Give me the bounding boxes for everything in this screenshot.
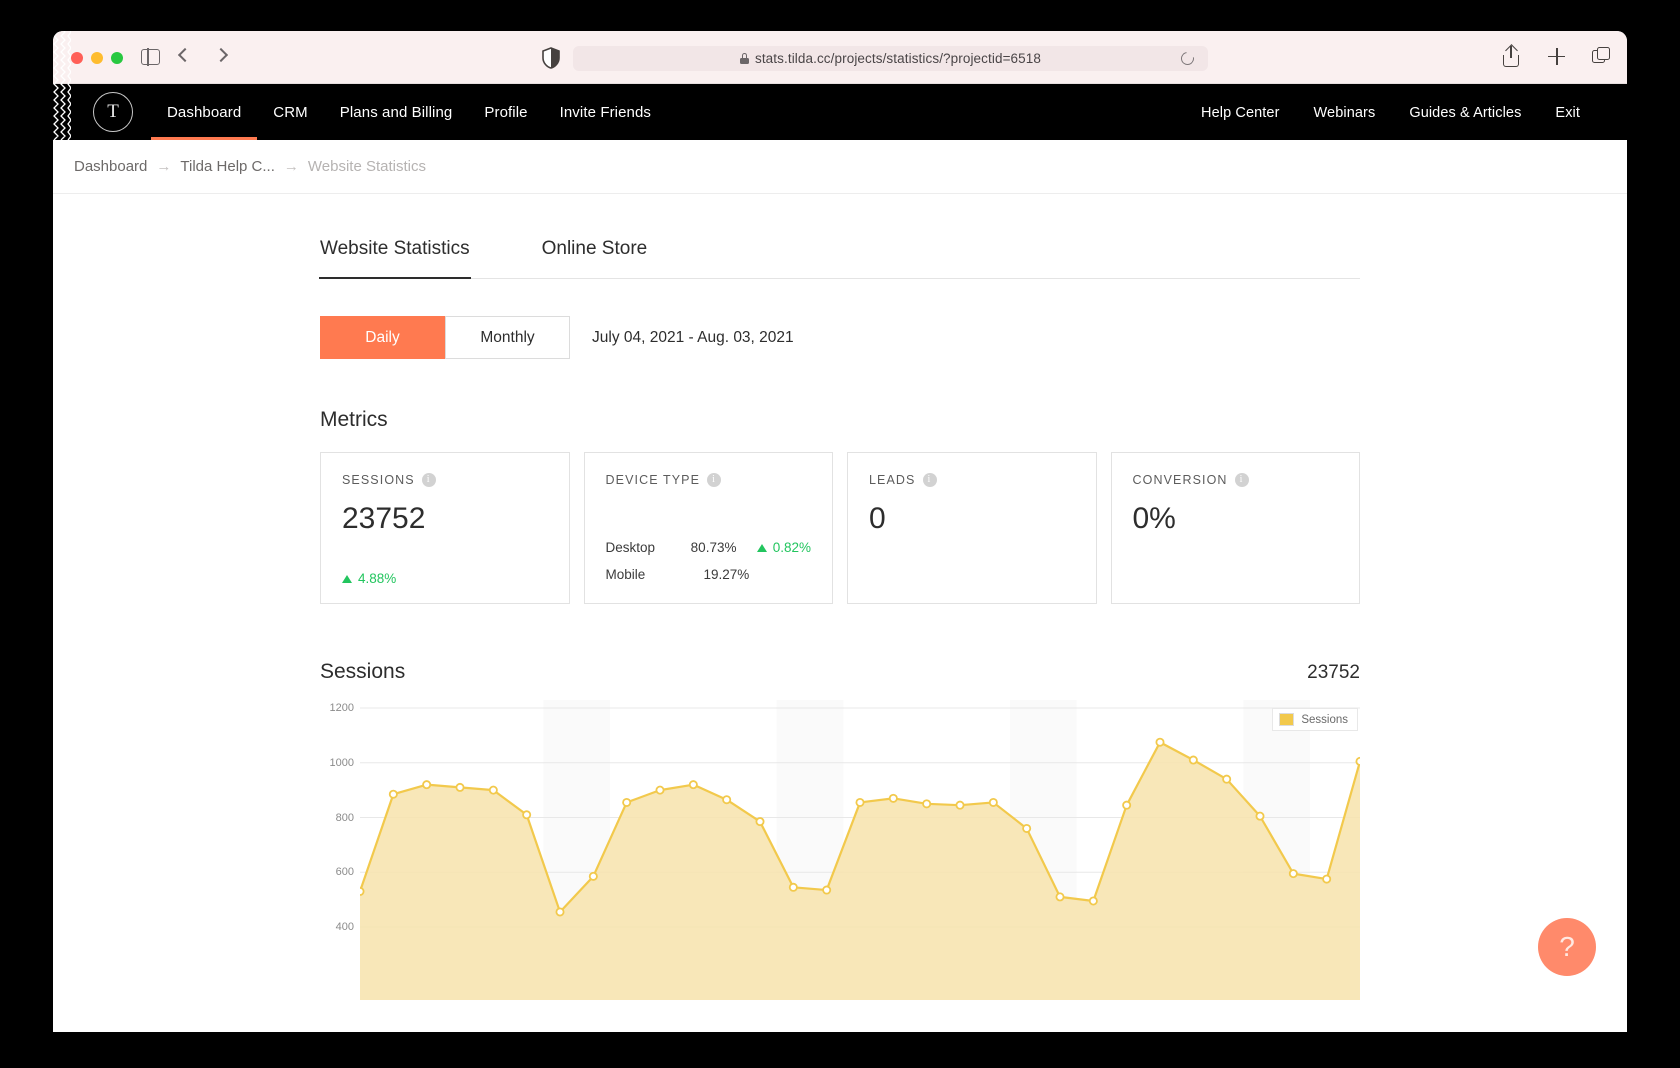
logo-glyph: T <box>107 101 119 122</box>
breadcrumb-separator: → <box>283 158 299 175</box>
period-monthly-button[interactable]: Monthly <box>445 316 570 359</box>
device-name: Desktop <box>605 540 656 555</box>
metric-label-text: LEADS <box>869 473 916 487</box>
close-window-button[interactable] <box>71 52 83 64</box>
decorative-zigzag-strip <box>53 31 71 140</box>
content-tabs: Website Statistics Online Store <box>319 238 1360 279</box>
period-selector: Daily Monthly July 04, 2021 - Aug. 03, 2… <box>320 316 1360 359</box>
lock-icon <box>739 53 749 64</box>
tab-overview-icon[interactable] <box>1592 46 1611 67</box>
nav-item-plans-and-billing[interactable]: Plans and Billing <box>324 85 469 139</box>
maximize-window-button[interactable] <box>111 52 123 64</box>
device-delta: 0.82% <box>756 540 811 555</box>
nav-item-dashboard[interactable]: Dashboard <box>151 85 258 140</box>
metric-value: 23752 <box>342 502 426 535</box>
nav-item-guides-and-articles[interactable]: Guides & Articles <box>1392 86 1538 139</box>
breadcrumb-item-dashboard[interactable]: Dashboard <box>74 158 147 175</box>
legend-label-sessions: Sessions <box>1301 713 1348 726</box>
metric-card-sessions: SESSIONS i 23752 4.88% <box>320 452 570 604</box>
chart-plot-area: Sessions <box>355 700 1365 1000</box>
nav-item-webinars[interactable]: Webinars <box>1297 86 1393 139</box>
chart-legend: Sessions <box>1272 708 1358 731</box>
triangle-up-icon <box>756 543 767 552</box>
address-bar[interactable]: stats.tilda.cc/projects/statistics/?proj… <box>573 46 1208 71</box>
metric-value: 0 <box>869 502 886 535</box>
nav-item-exit[interactable]: Exit <box>1538 86 1597 139</box>
metric-value: 0% <box>1132 502 1176 535</box>
help-button[interactable]: ? <box>1538 918 1596 976</box>
device-row-mobile: Mobile 19.27% <box>606 561 812 588</box>
chart-y-tick: 400 <box>335 921 354 933</box>
device-breakdown: Desktop 80.73% 0.82% Mobile 19.27% <box>606 534 812 588</box>
metric-label-text: SESSIONS <box>342 473 415 487</box>
metric-label-text: DEVICE TYPE <box>605 473 701 487</box>
privacy-shield-icon[interactable] <box>542 47 560 69</box>
chart-title: Sessions <box>320 660 406 683</box>
metric-label: LEADS i <box>869 473 1075 487</box>
sidebar-toggle-icon[interactable] <box>141 48 160 66</box>
page-content: Website Statistics Online Store Daily Mo… <box>53 194 1627 1000</box>
secondary-nav: Help Center Webinars Guides & Articles E… <box>1184 86 1597 139</box>
tab-online-store[interactable]: Online Store <box>542 238 648 278</box>
info-icon[interactable]: i <box>1234 473 1249 487</box>
metric-label: SESSIONS i <box>342 473 548 487</box>
metric-card-conversion: CONVERSION i 0% <box>1110 452 1360 604</box>
tab-website-statistics[interactable]: Website Statistics <box>319 238 471 279</box>
breadcrumb-item-current: Website Statistics <box>307 158 426 175</box>
device-row-desktop: Desktop 80.73% 0.82% <box>606 534 812 561</box>
primary-nav: Dashboard CRM Plans and Billing Profile … <box>151 85 667 140</box>
nav-item-crm[interactable]: CRM <box>257 85 323 139</box>
window-controls <box>71 52 123 64</box>
breadcrumb-separator: → <box>156 158 172 175</box>
device-name: Mobile <box>605 567 646 582</box>
chart-header: Sessions 23752 <box>320 660 1360 684</box>
metric-card-device-type: DEVICE TYPE i Desktop 80.73% 0.82% Mobil… <box>583 452 833 604</box>
metric-delta: 4.88% <box>342 571 396 586</box>
sessions-chart: 1200 1000 800 600 400 Sessions <box>320 700 1365 1000</box>
browser-chrome: stats.tilda.cc/projects/statistics/?proj… <box>53 31 1627 84</box>
chart-y-axis: 1200 1000 800 600 400 <box>320 700 354 960</box>
reload-icon[interactable] <box>1178 49 1197 68</box>
date-range-label[interactable]: July 04, 2021 - Aug. 03, 2021 <box>592 329 794 347</box>
breadcrumb-item-project[interactable]: Tilda Help C... <box>180 158 274 175</box>
site-top-navigation: T Dashboard CRM Plans and Billing Profil… <box>53 31 1627 140</box>
chart-total-value: 23752 <box>1307 662 1360 683</box>
period-daily-button[interactable]: Daily <box>320 316 445 359</box>
help-question-icon: ? <box>1559 931 1575 962</box>
device-percent: 19.27% <box>703 567 750 582</box>
chart-y-tick: 1200 <box>329 702 354 714</box>
chart-y-tick: 800 <box>335 811 354 824</box>
metric-card-leads: LEADS i 0 <box>847 452 1097 604</box>
metrics-cards: SESSIONS i 23752 4.88% DEVICE TYPE i Des… <box>320 452 1360 604</box>
metric-label-text: CONVERSION <box>1132 473 1228 487</box>
new-tab-icon[interactable] <box>1547 46 1566 67</box>
triangle-up-icon <box>342 574 352 583</box>
metric-label: DEVICE TYPE i <box>606 473 812 487</box>
device-percent: 80.73% <box>690 540 737 555</box>
nav-item-profile[interactable]: Profile <box>468 85 543 139</box>
nav-item-help-center[interactable]: Help Center <box>1184 86 1296 139</box>
metric-delta-text: 4.88% <box>358 571 397 586</box>
browser-window: stats.tilda.cc/projects/statistics/?proj… <box>53 31 1627 1032</box>
metric-label: CONVERSION i <box>1133 473 1339 487</box>
device-delta-text: 0.82% <box>772 540 811 555</box>
breadcrumb: Dashboard → Tilda Help C... → Website St… <box>53 140 1627 194</box>
metrics-section-title: Metrics <box>320 408 388 431</box>
legend-swatch-sessions <box>1279 713 1295 726</box>
chart-y-tick: 600 <box>335 866 354 879</box>
url-text: stats.tilda.cc/projects/statistics/?proj… <box>754 51 1041 66</box>
chart-svg <box>355 700 1365 1000</box>
chrome-actions <box>1502 46 1611 67</box>
nav-item-invite-friends[interactable]: Invite Friends <box>544 85 667 139</box>
forward-icon[interactable] <box>213 47 229 63</box>
navigation-arrows <box>177 45 229 63</box>
info-icon[interactable]: i <box>707 473 722 487</box>
tilda-logo[interactable]: T <box>93 92 133 132</box>
minimize-window-button[interactable] <box>91 52 103 64</box>
info-icon[interactable]: i <box>421 473 436 487</box>
info-icon[interactable]: i <box>922 473 937 487</box>
chart-y-tick: 1000 <box>329 756 354 769</box>
share-icon[interactable] <box>1502 46 1521 67</box>
back-icon[interactable] <box>177 47 193 63</box>
